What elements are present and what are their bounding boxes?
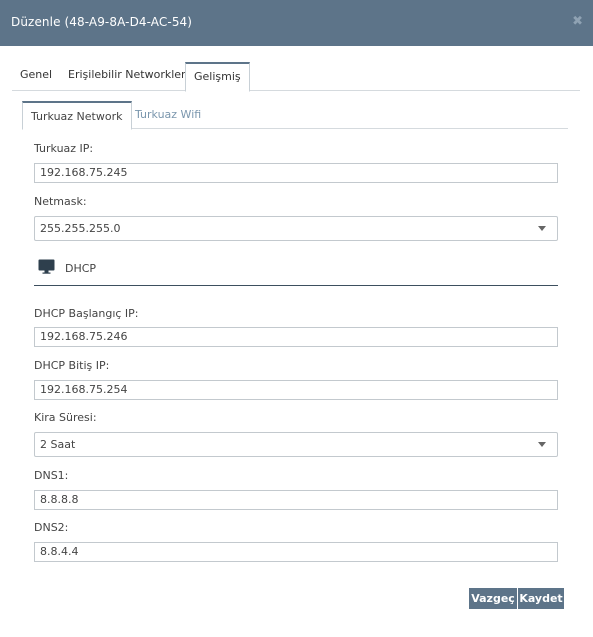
turkuaz-ip-input[interactable]: 192.168.75.245 [34,163,558,183]
main-tabs: Genel Erişilebilir Networkler Gelişmiş [12,62,580,92]
close-icon[interactable]: ✖ [572,14,583,29]
cancel-button[interactable]: Vazgeç [469,588,517,609]
dns2-input[interactable]: 8.8.4.4 [34,542,558,562]
save-button[interactable]: Kaydet [518,588,564,609]
lease-select[interactable]: 2 Saat [34,432,558,457]
netmask-value: 255.255.255.0 [40,222,121,235]
dialog-title: Düzenle (48-A9-8A-D4-AC-54) [11,15,193,29]
sub-tabs: Turkuaz Network Turkuaz Wifi [22,101,568,130]
tab-genel[interactable]: Genel [20,62,52,91]
dhcp-end-label: DHCP Bitiş IP: [34,359,110,372]
dhcp-start-input[interactable]: 192.168.75.246 [34,327,558,347]
dns2-label: DNS2: [34,521,69,534]
tab-erisilebilir-networkler[interactable]: Erişilebilir Networkler [68,62,186,91]
tab-turkuaz-wifi[interactable]: Turkuaz Wifi [135,101,201,129]
chevron-down-icon [538,442,546,447]
dhcp-start-label: DHCP Başlangıç IP: [34,307,139,320]
dhcp-end-input[interactable]: 192.168.75.254 [34,380,558,400]
dialog-header: Düzenle (48-A9-8A-D4-AC-54) ✖ [0,0,593,46]
dhcp-section-label: DHCP [65,262,97,275]
dns1-label: DNS1: [34,469,69,482]
netmask-select[interactable]: 255.255.255.0 [34,216,558,241]
tab-gelismis[interactable]: Gelişmiş [185,62,250,92]
monitor-icon [38,259,55,274]
netmask-label: Netmask: [34,195,87,208]
dns1-input[interactable]: 8.8.8.8 [34,490,558,510]
tab-turkuaz-network[interactable]: Turkuaz Network [22,101,132,130]
chevron-down-icon [538,226,546,231]
dhcp-section-header: DHCP [34,256,558,286]
lease-label: Kira Süresi: [34,411,97,424]
lease-value: 2 Saat [40,438,76,451]
turkuaz-ip-label: Turkuaz IP: [34,142,94,155]
